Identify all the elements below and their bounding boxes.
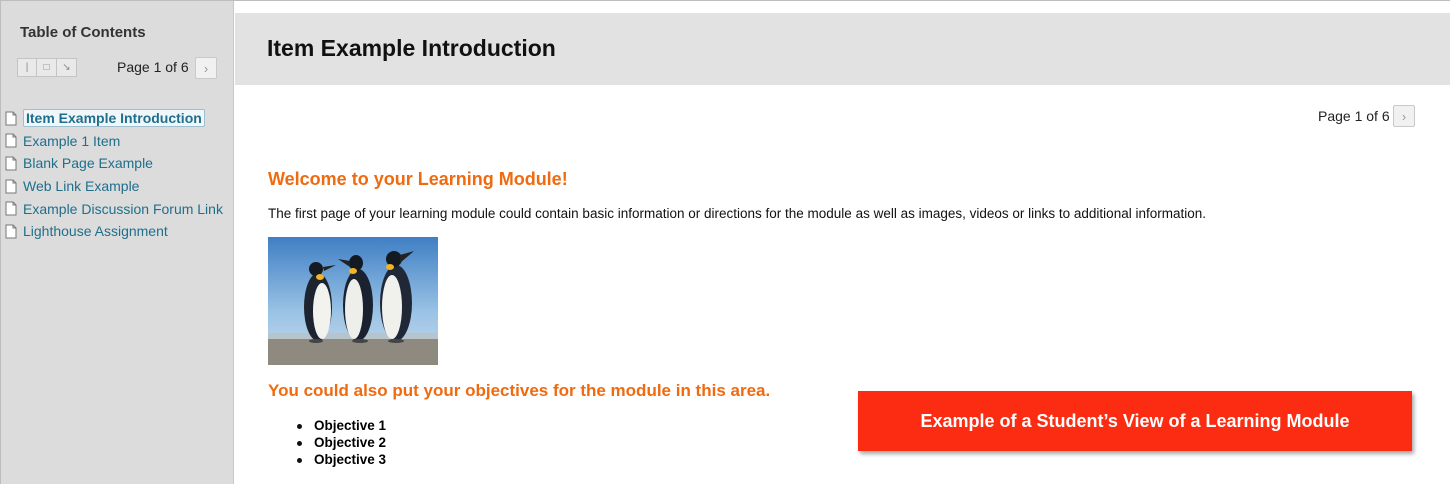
document-icon — [5, 133, 17, 148]
toc-item-web-link-example[interactable]: Web Link Example — [5, 175, 223, 198]
collapse-icon[interactable]: | — [17, 58, 37, 77]
document-icon — [5, 224, 17, 239]
toc-item-label: Example 1 Item — [23, 132, 121, 149]
content-header: Item Example Introduction — [235, 13, 1450, 85]
content-page-indicator: Page 1 of 6 — [1318, 108, 1390, 124]
toc-item-label: Lighthouse Assignment — [23, 223, 168, 240]
toc-item-label: Item Example Introduction — [23, 109, 205, 128]
toc-title: Table of Contents — [20, 24, 146, 41]
toc-list: Item Example Introduction Example 1 Item… — [5, 107, 223, 243]
penguins-image — [268, 237, 438, 365]
toc-page-indicator: Page 1 of 6 — [117, 59, 189, 75]
objectives-heading: You could also put your objectives for t… — [268, 381, 771, 400]
toc-item-blank-page-example[interactable]: Blank Page Example — [5, 152, 223, 175]
list-item: Objective 1 — [295, 418, 386, 435]
toc-item-lighthouse-assignment[interactable]: Lighthouse Assignment — [5, 220, 223, 243]
toc-item-label: Example Discussion Forum Link — [23, 200, 223, 217]
table-of-contents-sidebar: Table of Contents | □ ↘ Page 1 of 6 › It… — [1, 1, 234, 484]
chevron-right-icon: › — [203, 60, 209, 76]
toc-toolbar: | □ ↘ — [17, 58, 77, 77]
page-title: Item Example Introduction — [267, 35, 556, 61]
learning-module-window: Table of Contents | □ ↘ Page 1 of 6 › It… — [0, 0, 1450, 484]
expand-icon[interactable]: ↘ — [57, 58, 77, 77]
document-icon — [5, 179, 17, 194]
content-next-page-button[interactable]: › — [1393, 105, 1415, 127]
square-icon[interactable]: □ — [37, 58, 57, 77]
toc-next-page-button[interactable]: › — [195, 57, 217, 79]
list-item: Objective 3 — [295, 452, 386, 469]
toc-item-label: Web Link Example — [23, 178, 140, 195]
welcome-heading: Welcome to your Learning Module! — [268, 169, 568, 189]
intro-paragraph: The first page of your learning module c… — [268, 206, 1206, 221]
chevron-right-icon: › — [1401, 108, 1407, 124]
document-icon — [5, 201, 17, 216]
toc-item-example-discussion-forum-link[interactable]: Example Discussion Forum Link — [5, 197, 223, 220]
callout-banner: Example of a Student’s View of a Learnin… — [858, 391, 1412, 451]
document-icon — [5, 111, 17, 126]
objectives-list: Objective 1 Objective 2 Objective 3 — [295, 418, 386, 469]
document-icon — [5, 156, 17, 171]
toc-item-item-example-introduction[interactable]: Item Example Introduction — [5, 107, 223, 130]
toc-item-label: Blank Page Example — [23, 155, 153, 172]
list-item: Objective 2 — [295, 435, 386, 452]
toc-item-example-1-item[interactable]: Example 1 Item — [5, 130, 223, 153]
